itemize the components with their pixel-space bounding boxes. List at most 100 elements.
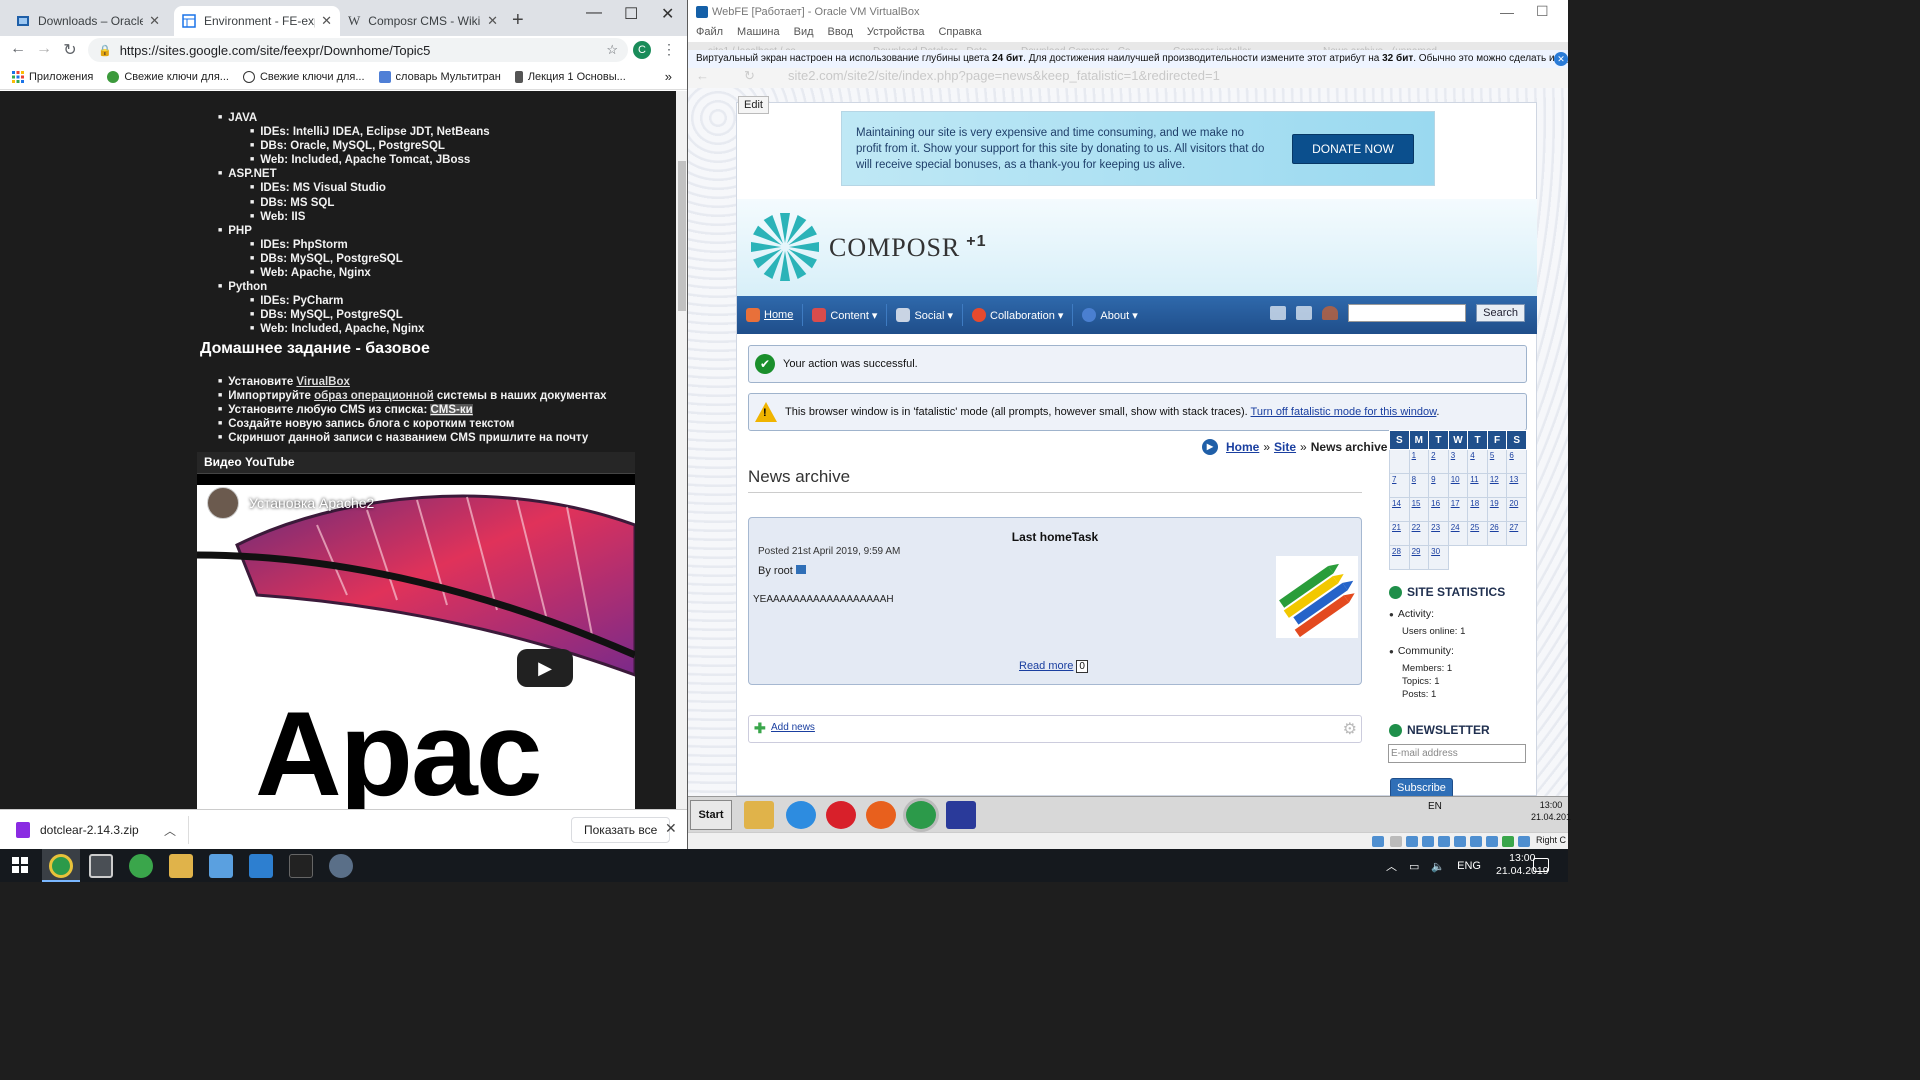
reload-icon[interactable]: ↻ — [60, 40, 80, 60]
calendar-day[interactable]: 8 — [1408, 473, 1430, 498]
calendar-day[interactable]: 19 — [1486, 497, 1508, 522]
calendar-day[interactable]: 11 — [1467, 473, 1488, 498]
bookmark-keys-1[interactable]: Свежие ключи для... — [107, 70, 229, 83]
breadcrumb-site[interactable]: Site — [1274, 440, 1296, 454]
news-title[interactable]: Last homeTask — [749, 530, 1361, 544]
nav-collaboration[interactable]: Collaboration ▾ — [963, 304, 1074, 326]
close-tab-icon[interactable]: ✕ — [321, 13, 332, 29]
nav-social[interactable]: Social ▾ — [887, 304, 963, 326]
chrome-icon[interactable] — [906, 801, 936, 829]
back-icon[interactable]: ← — [8, 40, 28, 58]
newsletter-email-field[interactable]: E-mail address — [1388, 744, 1526, 763]
back-icon[interactable]: ← — [696, 68, 709, 83]
menu-machine[interactable]: Машина — [737, 26, 780, 42]
calendar-day[interactable]: 12 — [1486, 473, 1508, 498]
close-tab-icon[interactable]: ✕ — [149, 13, 160, 29]
audio-icon[interactable] — [1406, 836, 1418, 847]
chevron-up-icon[interactable]: ︿ — [164, 822, 176, 839]
site-logo-text[interactable]: COMPOSR +1 — [829, 233, 987, 263]
close-window-icon[interactable]: ✕ — [661, 4, 674, 24]
optical-drive-icon[interactable] — [1390, 836, 1402, 847]
save-disk-icon[interactable] — [946, 801, 976, 829]
network-icon[interactable]: ▭ — [1409, 860, 1419, 873]
fiddler-icon[interactable] — [329, 854, 353, 878]
calendar-day[interactable]: 1 — [1408, 449, 1430, 474]
play-button[interactable]: ▶ — [517, 649, 573, 687]
bookmark-multitran[interactable]: словарь Мультитран — [378, 70, 501, 83]
bookmark-keys-2[interactable]: Свежие ключи для... — [242, 70, 365, 83]
calendar-day[interactable]: 21 — [1389, 521, 1410, 546]
calendar-day[interactable]: 9 — [1428, 473, 1449, 498]
guest-screen[interactable]: site1 / localhost / co Download Dotclear… — [688, 42, 1568, 796]
calculator-icon[interactable] — [89, 854, 113, 878]
edit-button[interactable]: Edit — [738, 96, 769, 114]
3d-box-icon[interactable] — [209, 854, 233, 878]
close-tab-icon[interactable]: ✕ — [487, 13, 498, 29]
calendar-day[interactable]: 20 — [1506, 497, 1527, 522]
mouse-integration-icon[interactable] — [1518, 836, 1530, 847]
calendar-day[interactable]: 16 — [1428, 497, 1449, 522]
os-image-link[interactable]: образ операционной — [314, 390, 434, 402]
virtualbox-link[interactable]: VirualBox — [296, 376, 349, 388]
calendar-day[interactable]: 23 — [1428, 521, 1449, 546]
calendar-day[interactable]: 6 — [1506, 449, 1527, 474]
subscribe-button[interactable]: Subscribe — [1390, 778, 1453, 796]
chevron-up-icon[interactable]: ︿ — [1386, 858, 1397, 874]
calendar-day[interactable]: 27 — [1506, 521, 1527, 546]
tab-composr-wikipedia[interactable]: W Composr CMS - Wikipedi ✕ — [340, 6, 506, 36]
chrome-taskbar-icon[interactable] — [49, 854, 73, 878]
video-player[interactable]: Установка Apache2 ▶ Apac — [197, 485, 635, 809]
add-news-link[interactable]: Add news — [771, 722, 815, 733]
calendar-day[interactable]: 14 — [1389, 497, 1410, 522]
usb-icon[interactable] — [1438, 836, 1450, 847]
messages-icon[interactable] — [1296, 306, 1313, 320]
close-notification-icon[interactable]: ✕ — [1554, 52, 1568, 66]
scrollbar-thumb[interactable] — [678, 161, 686, 311]
capture-icon[interactable] — [1486, 836, 1498, 847]
download-item[interactable]: dotclear-2.14.3.zip — [16, 822, 139, 838]
menu-view[interactable]: Вид — [794, 26, 814, 42]
display-icon[interactable] — [1470, 836, 1482, 847]
calendar-day[interactable]: 30 — [1428, 545, 1449, 570]
close-download-bar-icon[interactable]: ✕ — [665, 820, 677, 837]
video-title[interactable]: Установка Apache2 — [249, 495, 374, 511]
nav-about[interactable]: About ▾ — [1073, 304, 1146, 326]
guest-language[interactable]: EN — [1428, 801, 1442, 812]
file-explorer-icon[interactable] — [169, 854, 193, 878]
user-icon[interactable] — [1322, 306, 1339, 320]
author-link[interactable]: root — [774, 565, 793, 577]
profile-avatar[interactable]: C — [633, 41, 651, 59]
maximize-icon[interactable]: ☐ — [624, 4, 638, 24]
shared-folders-icon[interactable] — [1454, 836, 1466, 847]
channel-avatar[interactable] — [207, 487, 239, 519]
new-tab-button[interactable]: + — [512, 10, 524, 30]
turn-off-fatalistic-link[interactable]: Turn off fatalistic mode for this window — [1251, 406, 1437, 418]
calendar-day[interactable]: 26 — [1486, 521, 1508, 546]
keyboard-language[interactable]: ENG — [1457, 860, 1481, 872]
read-more-link[interactable]: Read more — [1019, 660, 1073, 672]
calendar-day[interactable]: 22 — [1408, 521, 1430, 546]
action-center-icon[interactable] — [1533, 858, 1549, 872]
chrome-menu-icon[interactable]: ⋮ — [662, 41, 676, 58]
guest-start-button[interactable]: Start — [690, 800, 732, 830]
terminal-icon[interactable] — [289, 854, 313, 878]
reload-icon[interactable]: ↻ — [744, 68, 755, 84]
menu-input[interactable]: Ввод — [828, 26, 853, 42]
maximize-icon[interactable]: ☐ — [1536, 3, 1549, 20]
minimize-icon[interactable]: — — [1500, 4, 1514, 20]
hdd-icon[interactable] — [1372, 836, 1384, 847]
menu-file[interactable]: Файл — [696, 26, 723, 42]
opera-icon[interactable] — [826, 801, 856, 829]
volume-icon[interactable]: 🔈 — [1431, 860, 1445, 873]
forward-icon[interactable]: → — [34, 40, 54, 58]
calendar-day[interactable]: 5 — [1486, 449, 1508, 474]
show-all-downloads-button[interactable]: Показать все — [571, 817, 671, 843]
calendar-day[interactable]: 2 — [1428, 449, 1449, 474]
gear-icon[interactable]: ⚙ — [1343, 719, 1357, 739]
firefox-icon[interactable] — [866, 801, 896, 829]
explorer-folder-icon[interactable] — [744, 801, 774, 829]
calendar-day[interactable]: 13 — [1506, 473, 1527, 498]
tab-environment[interactable]: Environment - FE-express ✕ — [174, 6, 340, 36]
bookmarks-overflow-icon[interactable]: » — [665, 69, 672, 84]
bookmark-lecture[interactable]: Лекция 1 Основы... — [514, 70, 626, 83]
